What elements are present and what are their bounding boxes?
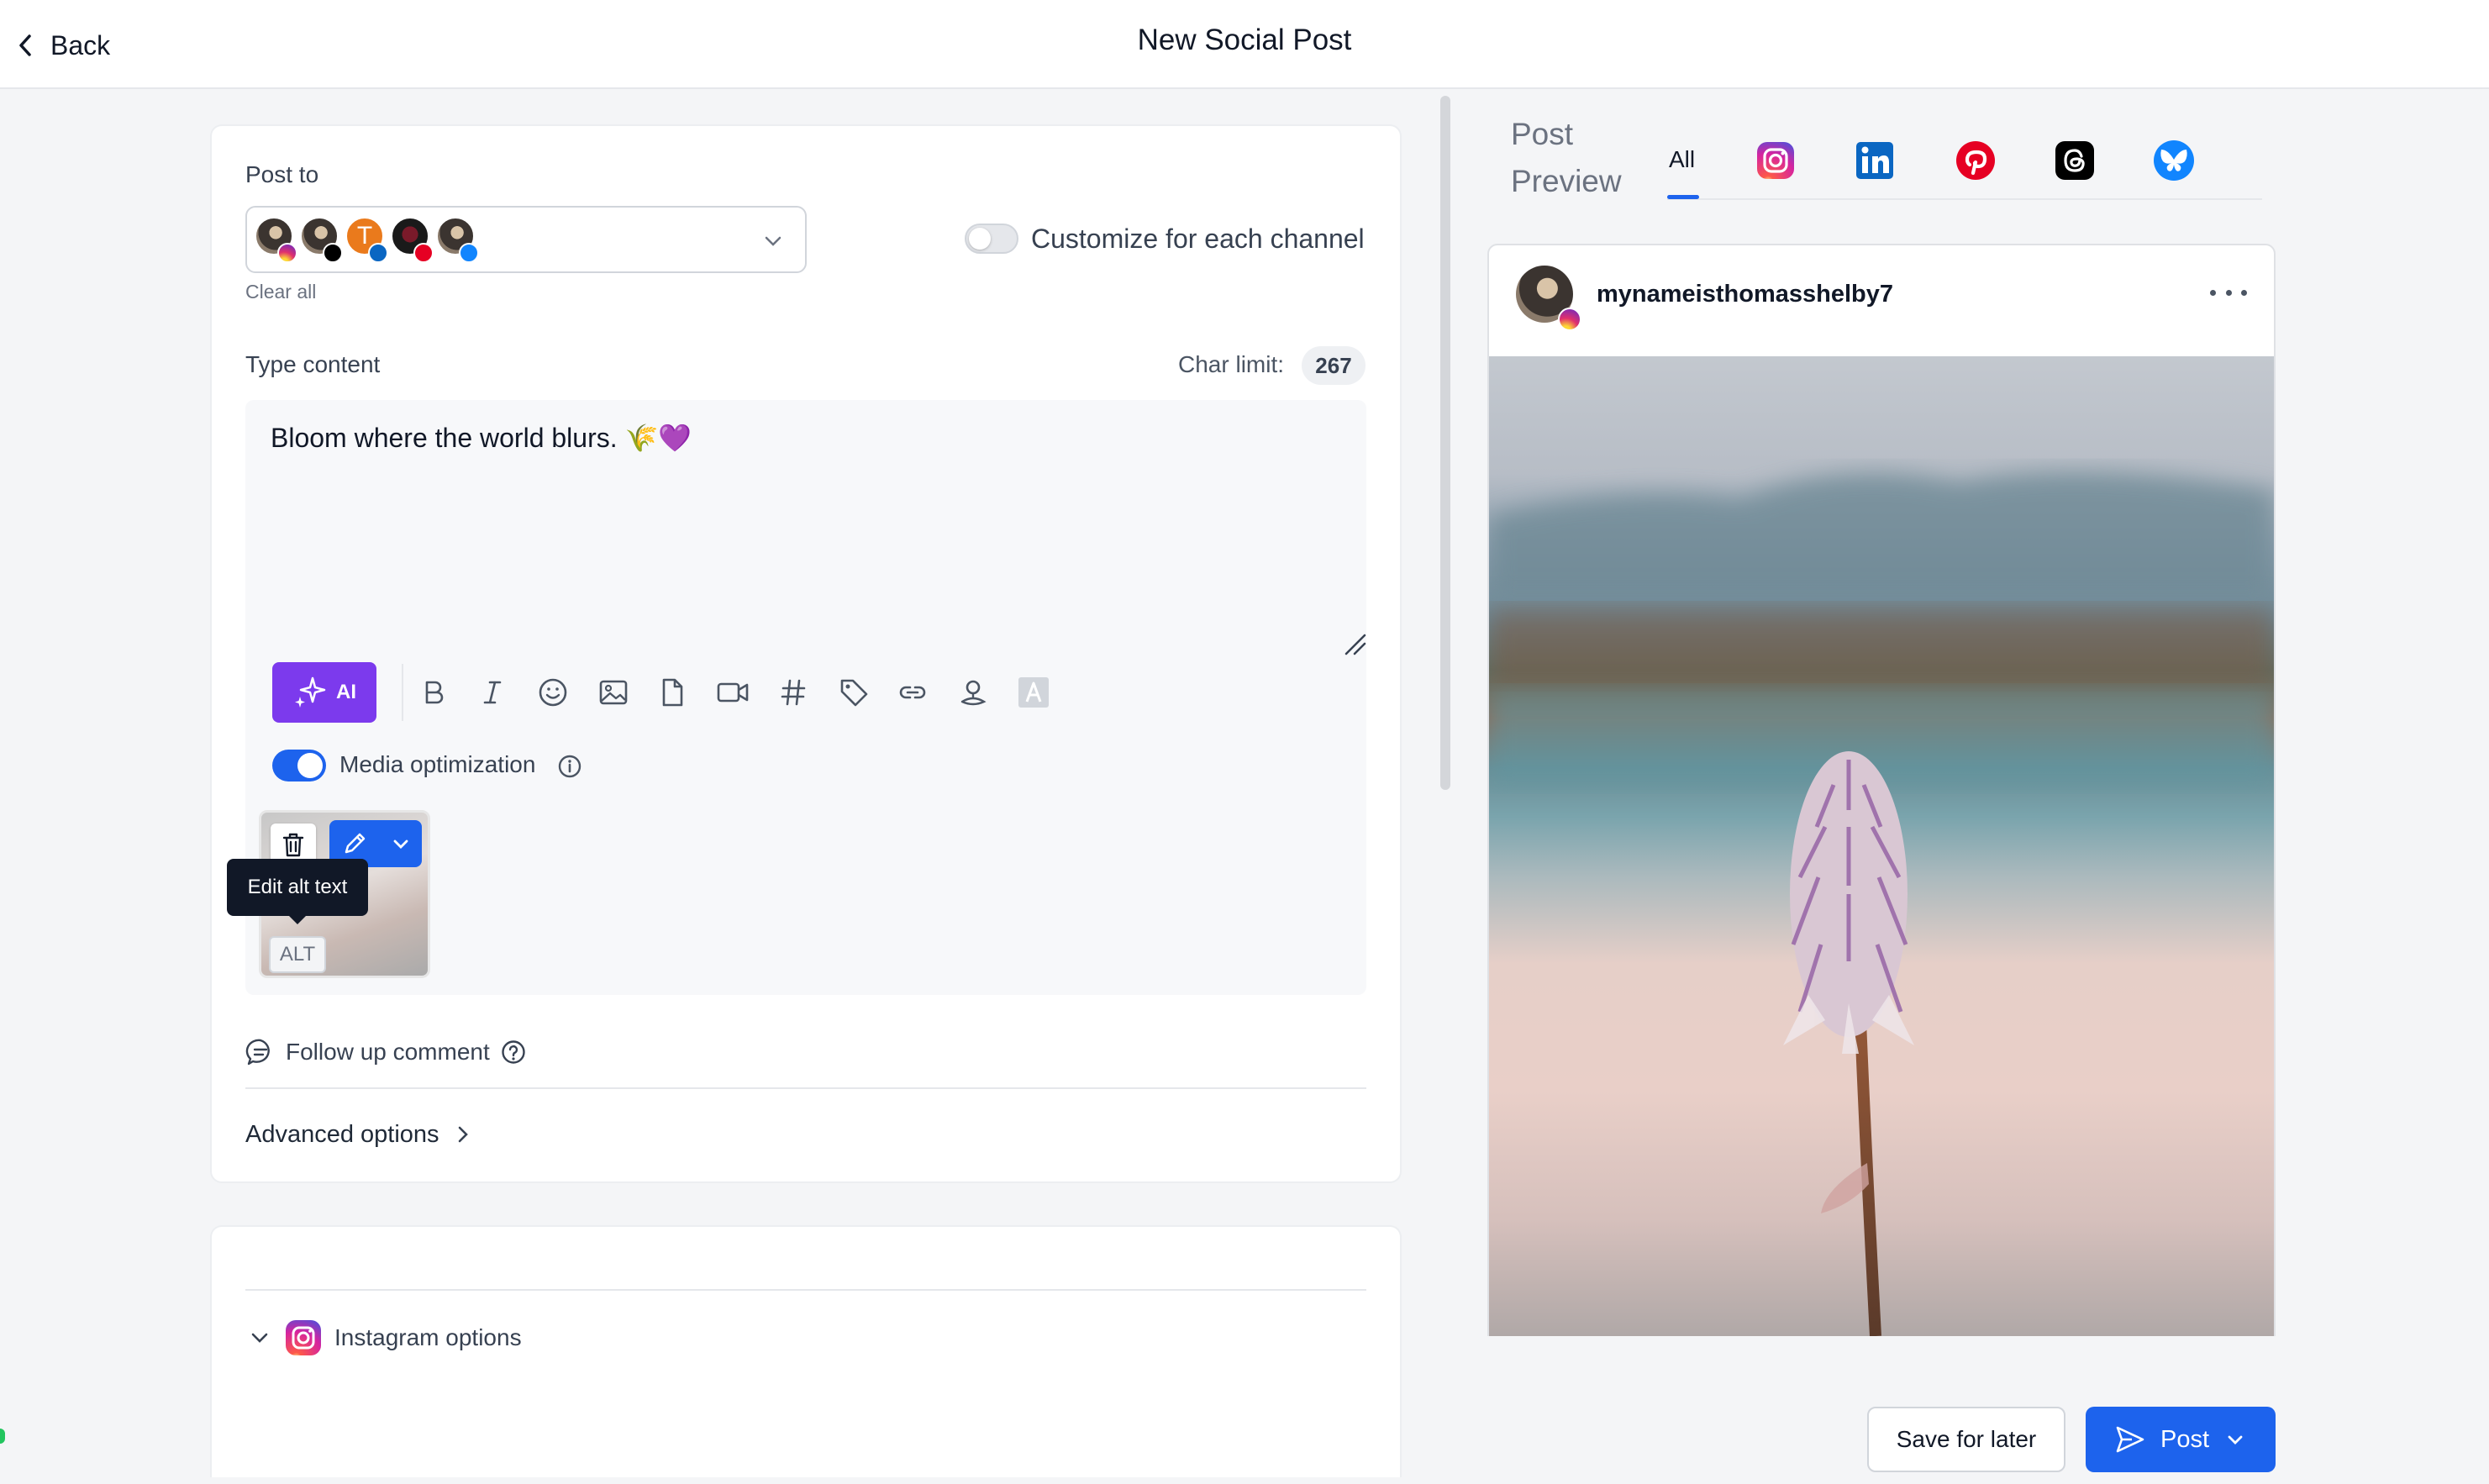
preview-username: mynameisthomasshelby7 [1597,281,1893,308]
chevron-down-icon [393,839,408,849]
divider [245,1289,1366,1291]
bluesky-icon [459,243,479,263]
advanced-options-button[interactable]: Advanced options [245,1118,473,1151]
chevron-right-icon [458,1126,468,1143]
tag-icon [840,679,868,707]
ai-button[interactable]: AI [272,662,376,723]
bold-icon [425,681,444,704]
media-optimization-toggle[interactable] [272,750,326,781]
location-button[interactable] [953,672,993,713]
post-to-label: Post to [245,161,319,187]
more-options-icon[interactable] [2210,281,2247,304]
threads-icon [323,243,343,263]
preview-tab-instagram[interactable] [1755,139,1797,182]
edit-alt-text-tooltip: Edit alt text [227,859,368,916]
status-indicator [0,1429,5,1444]
ai-label: AI [336,681,356,703]
char-limit-badge: 267 [1302,346,1366,385]
chevron-down-icon[interactable] [2224,1429,2246,1450]
save-for-later-button[interactable]: Save for later [1867,1407,2065,1472]
follow-up-comment-label: Follow up comment [286,1039,490,1065]
active-tab-indicator [1667,195,1699,199]
tabs-divider [1667,198,2262,200]
location-icon [960,680,987,706]
editor-scrollbar[interactable] [1440,96,1450,790]
text-style-icon [1018,677,1049,708]
chevron-down-icon[interactable] [761,229,785,253]
link-icon [899,686,926,699]
video-button[interactable] [713,672,753,713]
customize-toggle[interactable] [965,224,1018,254]
divider [245,1087,1366,1089]
image-icon [599,680,628,705]
content-text[interactable]: Bloom where the world blurs. 🌾💜 [271,422,692,454]
page-title: New Social Post [1137,24,1352,56]
flower-image-icon [1489,471,2274,1336]
preview-title-line1: Post [1511,117,1574,151]
resize-handle-icon[interactable] [1343,632,1368,657]
preview-tab-pinterest[interactable] [1955,139,1997,182]
tag-button[interactable] [834,672,874,713]
post-button[interactable]: Post [2086,1407,2276,1472]
instagram-icon [277,243,297,263]
preview-image [1489,356,2274,1336]
post-label: Post [2160,1425,2210,1453]
alt-text-button[interactable]: ALT [269,936,326,973]
instagram-options-label: Instagram options [334,1324,522,1350]
instagram-icon [1558,308,1581,331]
pinterest-icon [413,243,434,263]
image-button[interactable] [593,672,634,713]
media-optimization-label: Media optimization [339,751,536,777]
link-button[interactable] [892,672,933,713]
italic-button[interactable] [472,672,513,713]
italic-icon [483,681,502,704]
hashtag-button[interactable] [773,672,813,713]
comment-icon [245,1039,270,1066]
chevron-down-icon [251,1333,268,1343]
text-style-button[interactable] [1013,672,1054,713]
follow-up-comment-button[interactable]: Follow up comment [245,1035,527,1069]
type-content-label: Type content [245,351,381,377]
pencil-icon [345,833,365,854]
advanced-options-label: Advanced options [245,1120,439,1148]
toggle-knob [297,753,323,778]
preview-tab-linkedin[interactable] [1854,139,1896,182]
emoji-icon [539,678,567,707]
channel-selector[interactable]: T [245,206,807,273]
help-icon[interactable] [500,1039,527,1066]
preview-tab-threads[interactable] [2054,139,2096,182]
tooltip-arrow [287,914,308,924]
file-icon [662,678,683,707]
send-icon [2116,1426,2144,1453]
info-icon[interactable] [556,753,583,780]
post-preview-title: Post Preview [1511,111,1622,205]
hashtag-icon [781,679,806,706]
toggle-knob [969,228,991,250]
preview-tab-all[interactable]: All [1669,146,1695,173]
instagram-options-toggle[interactable]: Instagram options [247,1319,522,1356]
preview-tab-bluesky[interactable] [2153,139,2195,182]
trash-icon [282,833,304,857]
char-limit-label: Char limit: [1178,351,1285,377]
sparkle-icon [295,676,326,708]
instagram-icon [286,1320,321,1355]
clear-all-link[interactable]: Clear all [245,281,316,303]
file-button[interactable] [652,672,692,713]
bold-button[interactable] [413,672,454,713]
customize-label: Customize for each channel [1031,224,1365,254]
linkedin-icon [368,243,388,263]
preview-title-line2: Preview [1511,164,1622,198]
emoji-button[interactable] [533,672,573,713]
toolbar-divider [402,664,403,721]
video-icon [717,682,749,703]
